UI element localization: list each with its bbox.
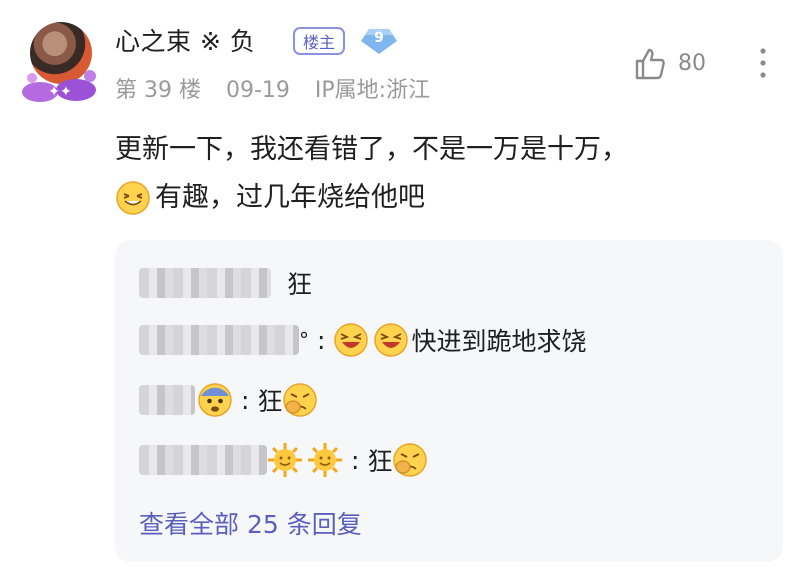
grinning-squint-emoji	[116, 181, 150, 215]
view-all-replies-link[interactable]: 查看全部 25 条回复	[139, 505, 362, 541]
reply-text: 狂	[257, 387, 283, 416]
angry-fist-emoji	[283, 383, 318, 417]
username-suffix: °	[299, 328, 309, 352]
more-vertical-icon[interactable]	[755, 45, 771, 81]
reply-item[interactable]: ° : 快进到跪地求饶	[139, 320, 586, 360]
content-line-2: 有趣，过几年烧给他吧	[155, 182, 425, 213]
blurred-username	[139, 268, 271, 298]
owner-badge: 楼主	[293, 27, 346, 55]
reply-text: 狂	[367, 447, 393, 476]
ip-location: IP属地:浙江	[314, 78, 431, 103]
reply-item[interactable]: : 狂	[139, 380, 318, 420]
reply-item[interactable]: : 狂	[139, 440, 428, 480]
like-button[interactable]: 80	[632, 46, 732, 82]
post-meta: 第 39 楼 09-19 IP属地:浙江	[115, 72, 448, 104]
content-line-1: 更新一下，我还看错了，不是一万是十万，	[115, 134, 628, 165]
avatar-decoration-icon: ✦✦	[22, 70, 96, 102]
reply-preview-box[interactable]: 狂 ° : 快进到跪地求饶 : 狂: 狂 查看全部 25 条回复	[115, 240, 783, 562]
blurred-username	[139, 325, 299, 355]
reply-text: 狂	[287, 270, 313, 299]
laughing-emoji	[374, 323, 409, 357]
level-badge: 9	[359, 27, 399, 55]
level-number: 9	[374, 30, 384, 46]
post-content: 更新一下，我还看错了，不是一万是十万， 有趣，过几年烧给他吧	[115, 126, 775, 222]
fearful-emoji	[198, 383, 232, 417]
like-count: 80	[678, 51, 706, 76]
blurred-username	[139, 445, 267, 475]
laughing-emoji	[334, 323, 369, 357]
sun-emoji	[268, 443, 302, 477]
sun-emoji	[308, 443, 342, 477]
post-date: 09-19	[225, 78, 290, 103]
thumbs-up-icon	[635, 48, 665, 80]
avatar[interactable]: ✦✦	[18, 22, 98, 102]
reply-item[interactable]: 狂	[139, 263, 312, 303]
username[interactable]: 心之束 ※ 负	[115, 22, 255, 58]
angry-fist-emoji	[393, 443, 428, 477]
floor-number: 第 39 楼	[115, 78, 201, 103]
blurred-username	[139, 385, 195, 415]
svg-text:✦✦: ✦✦	[48, 83, 72, 99]
reply-text: 快进到跪地求饶	[411, 327, 587, 356]
